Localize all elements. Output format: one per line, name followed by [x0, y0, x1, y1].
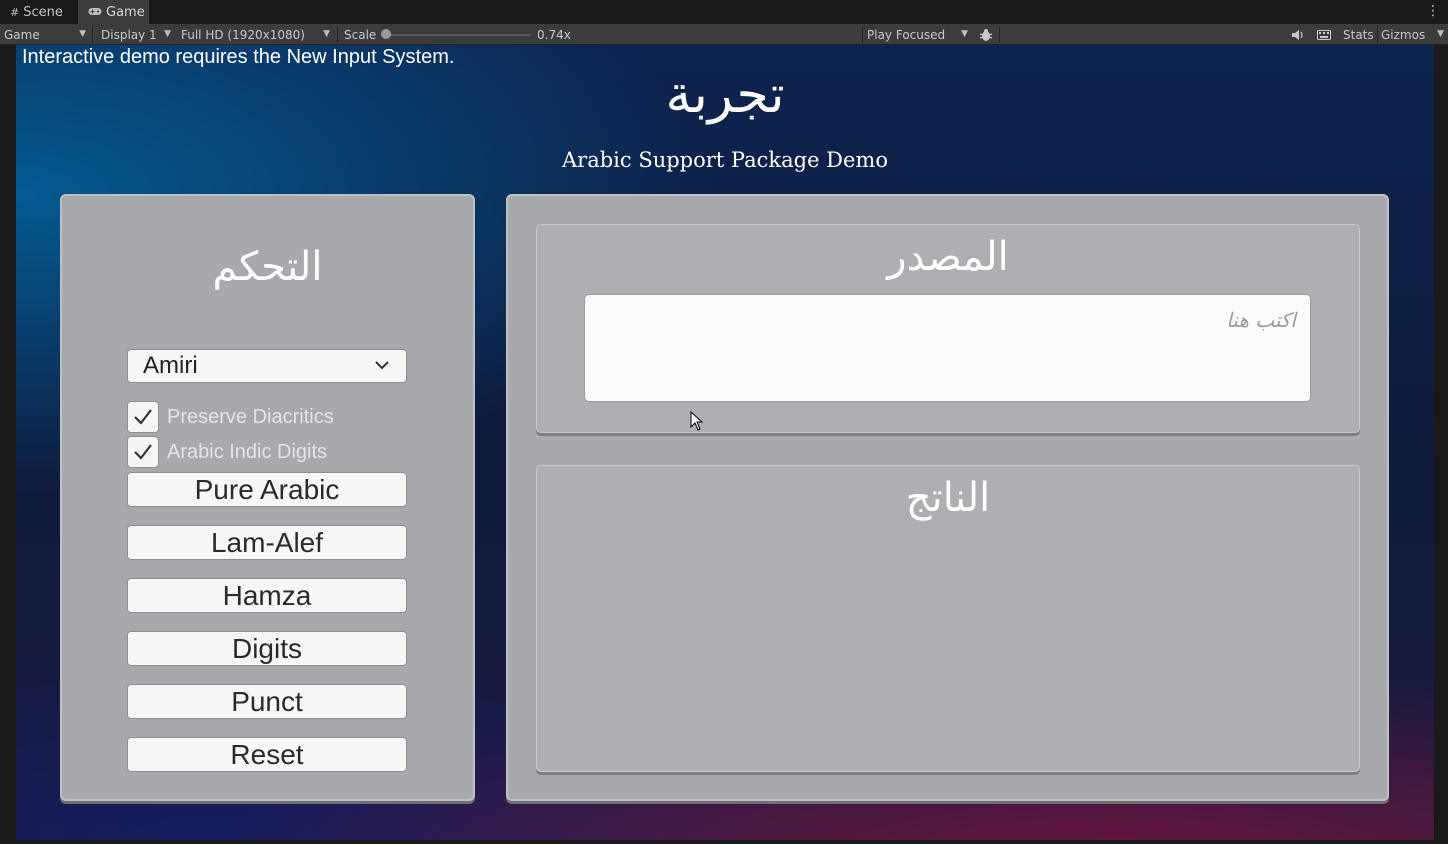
font-dropdown[interactable]: Amiri: [127, 349, 407, 383]
game-view-toolbar: Game ▼ Display 1 ▼ Full HD (1920x1080) ▼…: [0, 24, 1448, 45]
pure-arabic-button[interactable]: Pure Arabic: [127, 472, 407, 507]
toolbar-divider: [999, 26, 1000, 43]
toolbar-divider: [337, 26, 338, 43]
chevron-down-icon: ▼: [323, 29, 330, 39]
chevron-down-icon: ▼: [1437, 29, 1444, 39]
resolution-dropdown-value: Full HD (1920x1080): [181, 27, 305, 42]
toolbar-divider: [92, 26, 93, 43]
gizmos-label: Gizmos: [1381, 27, 1426, 42]
scale-slider-track[interactable]: [388, 34, 531, 36]
chevron-down-icon: ▼: [79, 29, 86, 39]
tab-scene[interactable]: # Scene: [0, 0, 77, 24]
arabic-indic-digits-label: Arabic Indic Digits: [167, 440, 328, 463]
play-mode-value: Play Focused: [867, 27, 946, 42]
preserve-diacritics-toggle[interactable]: Preserve Diacritics: [127, 401, 334, 433]
tab-game-label: Game: [106, 4, 145, 20]
source-text-input[interactable]: اكتب هنا: [584, 294, 1311, 402]
arabic-indic-digits-checkbox[interactable]: [127, 436, 159, 468]
toolbar-divider: [1377, 26, 1378, 43]
display-dropdown[interactable]: Display 1 ▼: [101, 24, 175, 45]
lam-alef-button[interactable]: Lam-Alef: [127, 525, 407, 560]
toolbar-divider: [862, 26, 863, 43]
hamza-button[interactable]: Hamza: [127, 578, 407, 613]
gizmos-dropdown[interactable]: Gizmos ▼: [1381, 24, 1447, 45]
mute-audio-icon[interactable]: [1291, 24, 1304, 45]
view-dropdown-value: Game: [4, 27, 40, 42]
scale-value: 0.74x: [537, 27, 571, 42]
mouse-cursor-icon: [690, 411, 704, 431]
tab-scene-label: Scene: [23, 4, 63, 20]
chevron-down-icon: ▼: [164, 29, 171, 39]
punct-button[interactable]: Punct: [127, 684, 407, 719]
output-section: الناتج: [536, 465, 1360, 772]
text-panel: المصدر اكتب هنا الناتج: [506, 194, 1389, 801]
preserve-diacritics-label: Preserve Diacritics: [167, 405, 334, 428]
page-subtitle: Arabic Support Package Demo: [562, 148, 888, 172]
controls-panel: التحكم Amiri Preserve Diacritics Arabic …: [60, 194, 475, 801]
bug-icon[interactable]: [979, 24, 993, 45]
tab-game[interactable]: Game: [78, 0, 149, 24]
arabic-indic-digits-toggle[interactable]: Arabic Indic Digits: [127, 436, 327, 468]
more-options-icon[interactable]: ⋮: [1426, 3, 1440, 19]
keyboard-shortcuts-icon[interactable]: [1317, 24, 1331, 45]
controls-heading: التحكم: [212, 244, 323, 290]
view-dropdown[interactable]: Game ▼: [4, 24, 90, 45]
reset-button[interactable]: Reset: [127, 737, 407, 772]
game-view: Interactive demo requires the New Input …: [16, 45, 1434, 840]
preserve-diacritics-checkbox[interactable]: [127, 401, 159, 433]
chevron-down-icon: ▼: [961, 29, 968, 39]
resolution-dropdown[interactable]: Full HD (1920x1080) ▼: [181, 24, 334, 45]
page-title: تجربة: [665, 65, 785, 125]
play-mode-dropdown[interactable]: Play Focused ▼: [867, 24, 972, 45]
editor-tab-bar: # Scene Game ⋮: [0, 0, 1448, 24]
digits-button[interactable]: Digits: [127, 631, 407, 666]
output-text: [557, 536, 1341, 756]
stats-button[interactable]: Stats: [1343, 24, 1374, 45]
checkmark-icon: [134, 444, 152, 460]
output-heading: الناتج: [905, 475, 991, 521]
font-dropdown-value: Amiri: [143, 352, 198, 379]
gamepad-icon: [88, 6, 102, 19]
checkmark-icon: [134, 409, 152, 425]
source-input-placeholder: اكتب هنا: [1226, 308, 1296, 332]
source-heading: المصدر: [887, 234, 1009, 280]
display-dropdown-value: Display 1: [101, 27, 157, 42]
source-section: المصدر اكتب هنا: [536, 224, 1360, 433]
scale-label: Scale: [344, 27, 377, 42]
grid-icon: #: [10, 5, 20, 19]
scale-slider-handle[interactable]: [381, 29, 391, 39]
chevron-down-icon: [375, 361, 389, 370]
